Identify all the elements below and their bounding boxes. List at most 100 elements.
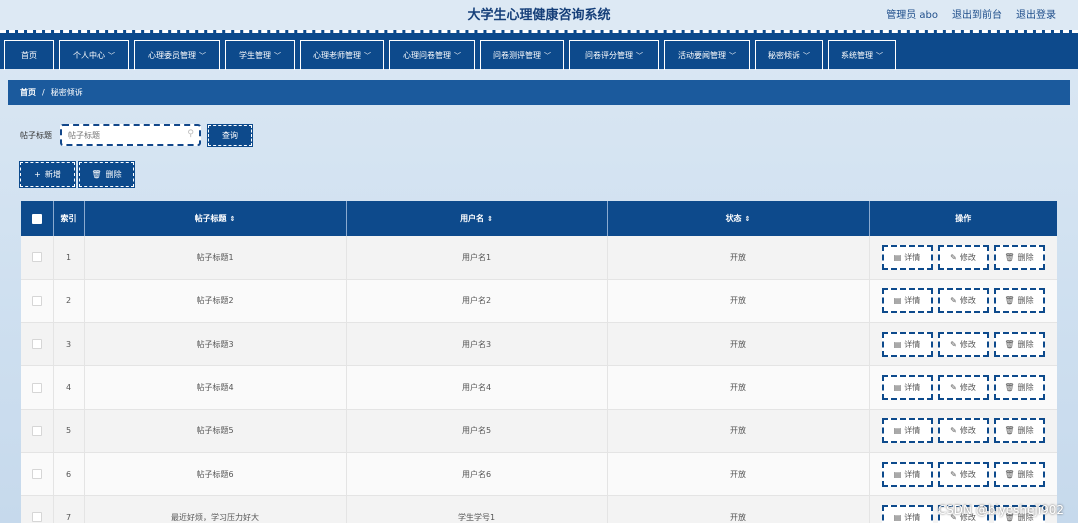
batch-delete-button[interactable]: 🗑 删除 [78, 161, 135, 188]
sort-icon[interactable]: ⇕ [230, 215, 236, 223]
nav-item-committee[interactable]: 心理委员管理 ﹀ [134, 40, 220, 70]
table-row: 3 帖子标题3 用户名3 开放 ▤ 详情 ✎ 修改 🗑 删除 [21, 322, 1057, 367]
detail-button[interactable]: ▤ 详情 [881, 461, 933, 487]
row-checkbox[interactable] [31, 339, 42, 350]
detail-button[interactable]: ▤ 详情 [881, 418, 933, 444]
plus-icon: + [34, 170, 41, 179]
edit-button[interactable]: ✎ 修改 [937, 375, 989, 401]
chevron-down-icon: ﹀ [636, 51, 643, 60]
detail-label: 详情 [904, 383, 921, 393]
row-checkbox[interactable] [31, 382, 42, 393]
detail-button[interactable]: ▤ 详情 [881, 288, 933, 314]
nav-items: 首页 个人中心 ﹀ 心理委员管理 ﹀ 学生管理 ﹀ 心理老师管理 ﹀ 心理问卷管理 ﹀ 问… [4, 40, 896, 70]
row-checkbox[interactable] [31, 425, 42, 436]
delete-button[interactable]: 🗑 删除 [993, 418, 1045, 444]
delete-button[interactable]: 🗑 删除 [993, 288, 1045, 314]
nav-label: 系统管理 [841, 51, 873, 60]
edit-button[interactable]: ✎ 修改 [937, 418, 989, 444]
delete-button[interactable]: 🗑 删除 [993, 375, 1045, 401]
breadcrumb-home[interactable]: 首页 [20, 87, 36, 98]
table-body: 1 帖子标题1 用户名1 开放 ▤ 详情 ✎ 修改 🗑 删除 2 帖子标题2 用户名2 开放 ▤ 详情 ✎ 修改 🗑… [21, 236, 1057, 523]
nav-label: 活动要闻管理 [678, 51, 726, 60]
trash-icon: 🗑 [1004, 426, 1015, 436]
delete-button[interactable]: 🗑 删除 [993, 461, 1045, 487]
row-username: 用户名4 [346, 365, 608, 410]
nav-item-teachers[interactable]: 心理老师管理 ﹀ [300, 40, 384, 70]
edit-button[interactable]: ✎ 修改 [937, 244, 989, 270]
row-checkbox[interactable] [31, 512, 42, 523]
chevron-down-icon: ﹀ [108, 51, 115, 60]
logout-link[interactable]: 退出登录 [1016, 6, 1056, 21]
row-username: 用户名2 [346, 279, 608, 324]
nav-item-students[interactable]: 学生管理 ﹀ [225, 40, 295, 70]
add-button[interactable]: + 新增 [19, 161, 76, 188]
row-checkbox[interactable] [31, 252, 42, 263]
document-icon: ▤ [893, 426, 902, 436]
col-username-label: 用户名 [460, 214, 485, 223]
delete-label: 删除 [1017, 296, 1034, 306]
row-index: 5 [53, 409, 85, 453]
edit-button[interactable]: ✎ 修改 [937, 331, 989, 357]
delete-button[interactable]: 🗑 删除 [993, 331, 1045, 357]
chevron-down-icon: ﹀ [729, 51, 736, 60]
detail-label: 详情 [904, 339, 921, 349]
query-button[interactable]: 查询 [207, 123, 253, 147]
chevron-down-icon: ﹀ [199, 51, 206, 60]
nav-item-questionnaire[interactable]: 心理问卷管理 ﹀ [389, 40, 475, 70]
chevron-down-icon: ﹀ [876, 51, 883, 60]
nav-item-secret[interactable]: 秘密倾诉 ﹀ [755, 40, 823, 70]
row-checkbox[interactable] [31, 295, 42, 306]
edit-label: 修改 [959, 469, 976, 479]
edit-button[interactable]: ✎ 修改 [937, 461, 989, 487]
row-index: 1 [53, 236, 85, 280]
main-nav: 首页 个人中心 ﹀ 心理委员管理 ﹀ 学生管理 ﹀ 心理老师管理 ﹀ 心理问卷管理 ﹀ 问… [0, 30, 1078, 70]
chevron-down-icon: ﹀ [364, 51, 371, 60]
data-table: 索引 帖子标题 ⇕ 用户名 ⇕ 状态 ⇕ 操作 1 帖子标题1 用户名1 开放 ▤ 详情 ✎ 修改 🗑… [21, 201, 1057, 523]
row-ops: ▤ 详情 ✎ 修改 🗑 删除 [869, 236, 1057, 280]
row-checkbox[interactable] [31, 469, 42, 480]
delete-label: 删除 [1017, 426, 1034, 436]
col-title-label: 帖子标题 [194, 214, 227, 223]
row-select-cell [21, 409, 54, 453]
nav-item-system[interactable]: 系统管理 ﹀ [828, 40, 896, 70]
detail-button[interactable]: ▤ 详情 [881, 331, 933, 357]
top-header: 大学生心理健康咨询系统 管理员 abo 退出到前台 退出登录 [0, 0, 1078, 30]
select-all-checkbox[interactable] [31, 213, 42, 224]
edit-button[interactable]: ✎ 修改 [937, 288, 989, 314]
add-button-label: 新增 [44, 170, 61, 179]
breadcrumb: 首页 / 秘密倾诉 [8, 80, 1070, 105]
row-actions: ▤ 详情 ✎ 修改 🗑 删除 [870, 461, 1057, 487]
col-status-label: 状态 [725, 214, 742, 223]
nav-item-scoring[interactable]: 问卷评分管理 ﹀ [569, 40, 659, 70]
col-ops-header: 操作 [869, 201, 1057, 236]
row-title: 帖子标题3 [84, 322, 347, 367]
document-icon: ▤ [893, 339, 902, 349]
search-input[interactable] [68, 126, 183, 144]
sort-icon[interactable]: ⇕ [487, 215, 493, 223]
table-row: 7 最近好烦，学习压力好大 学生学号1 开放 ▤ 详情 ✎ 修改 🗑 删除 [21, 495, 1057, 523]
back-to-front-link[interactable]: 退出到前台 [952, 6, 1002, 21]
delete-button[interactable]: 🗑 删除 [993, 244, 1045, 270]
row-status: 开放 [607, 365, 870, 410]
col-status-header[interactable]: 状态 ⇕ [607, 201, 870, 236]
chevron-down-icon: ﹀ [454, 51, 461, 60]
row-status: 开放 [607, 279, 870, 324]
col-title-header[interactable]: 帖子标题 ⇕ [84, 201, 347, 236]
detail-button[interactable]: ▤ 详情 [881, 375, 933, 401]
nav-item-home[interactable]: 首页 [4, 40, 54, 70]
detail-label: 详情 [904, 512, 921, 522]
detail-button[interactable]: ▤ 详情 [881, 244, 933, 270]
row-actions: ▤ 详情 ✎ 修改 🗑 删除 [870, 418, 1057, 444]
table-row: 5 帖子标题5 用户名5 开放 ▤ 详情 ✎ 修改 🗑 删除 [21, 409, 1057, 453]
row-username: 用户名1 [346, 236, 608, 280]
nav-item-news[interactable]: 活动要闻管理 ﹀ [664, 40, 750, 70]
col-username-header[interactable]: 用户名 ⇕ [346, 201, 608, 236]
nav-item-personal-center[interactable]: 个人中心 ﹀ [59, 40, 129, 70]
row-status: 开放 [607, 452, 870, 497]
sort-icon[interactable]: ⇕ [745, 215, 751, 223]
nav-item-evaluation[interactable]: 问卷测评管理 ﹀ [480, 40, 564, 70]
document-icon: ▤ [893, 469, 902, 479]
detail-label: 详情 [904, 469, 921, 479]
detail-button[interactable]: ▤ 详情 [881, 504, 933, 523]
table-header-row: 索引 帖子标题 ⇕ 用户名 ⇕ 状态 ⇕ 操作 [21, 201, 1057, 236]
